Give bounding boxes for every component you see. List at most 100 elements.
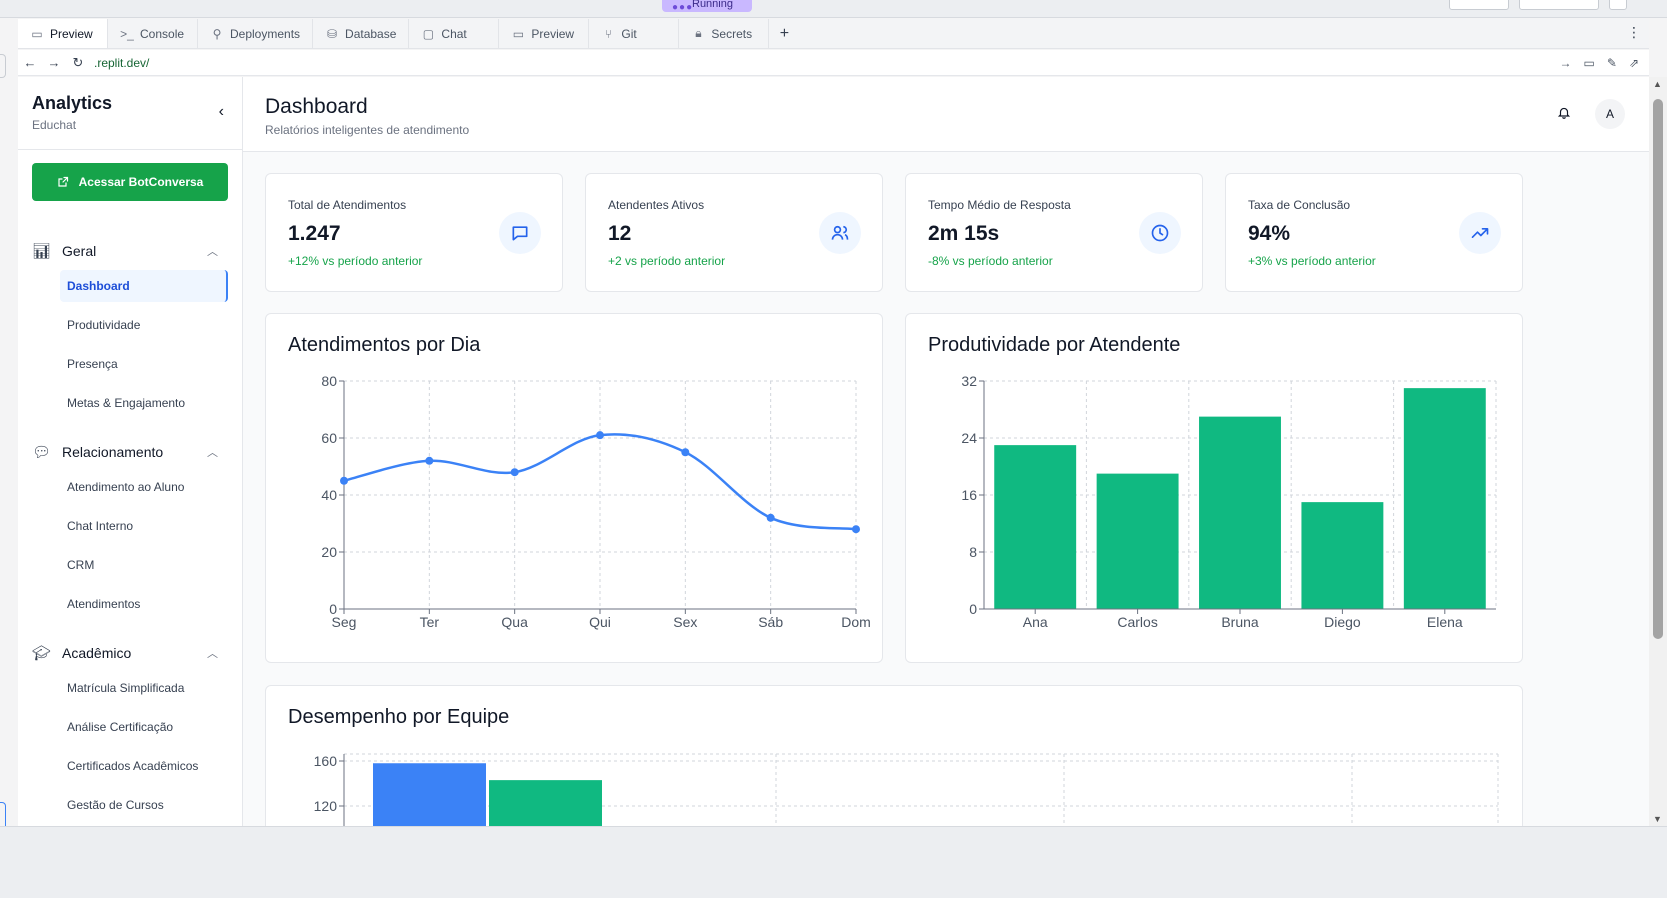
tab-preview[interactable]: ▭ Preview [18, 19, 108, 48]
x-tick-label: Diego [1324, 614, 1361, 630]
chart-card-daily: Atendimentos por Dia 0 20 40 60 80 Seg Ter Qua Q… [265, 313, 883, 663]
sidebar-section-label: Relacionamento [62, 444, 164, 460]
sidebar-item-crm[interactable]: CRM [60, 549, 228, 581]
x-tick-label: Qua [501, 614, 528, 630]
message-icon [499, 212, 541, 254]
users-icon [819, 212, 861, 254]
app-window: Analytics Educhat ‹ Acessar BotConversa … [18, 77, 1649, 826]
redeploy-button[interactable] [1519, 0, 1599, 10]
collapse-sidebar-icon[interactable]: ‹ [219, 103, 224, 121]
devtools-icon[interactable]: ✎ [1607, 56, 1617, 70]
forward-arrow-icon[interactable]: → [42, 55, 66, 70]
kpi-card: Taxa de Conclusão 94% +3% vs período anter… [1225, 173, 1523, 292]
kpi-card: Atendentes Ativos 12 +2 vs período anterio… [585, 173, 883, 292]
sidebar-section-acadêmico[interactable]: 🎓︎ Acadêmico ︿ [32, 639, 228, 667]
data-point[interactable] [766, 513, 775, 522]
tab-deployments[interactable]: ⚲ Deployments [198, 19, 314, 48]
tab-label: Secrets [711, 26, 753, 41]
bar[interactable] [1096, 473, 1179, 609]
tab-preview-2[interactable]: ▭ Preview [499, 19, 590, 48]
y-tick-label: 40 [321, 487, 337, 503]
kpi-delta: -8% vs período anterior [928, 254, 1053, 268]
tab-chat[interactable]: ▢ Chat [409, 19, 500, 48]
sidebar-item-produtividade[interactable]: Produtividade [60, 309, 228, 341]
terminal-icon: >_ [120, 26, 134, 41]
bar[interactable] [1301, 502, 1384, 609]
invite-button[interactable] [1449, 0, 1509, 10]
sidebar-item-certificados-acad-micos[interactable]: Certificados Acadêmicos [60, 750, 228, 782]
sidebar-item-an-lise-certifica-o[interactable]: Análise Certificação [60, 711, 228, 743]
tab-git[interactable]: ⑂ Git [589, 19, 680, 48]
tab-database[interactable]: ⛁ Database [313, 19, 410, 48]
kpi-card: Tempo Médio de Resposta 2m 15s -8% vs perí… [905, 173, 1203, 292]
kpi-delta: +3% vs período anterior [1248, 254, 1376, 268]
url-bar: ← → ↻ .replit.dev/ → ▭ ✎ ⇗ [18, 50, 1649, 76]
data-point[interactable] [681, 448, 690, 457]
kpi-delta: +12% vs período anterior [288, 254, 423, 268]
bar[interactable] [1199, 416, 1281, 609]
data-point[interactable] [510, 468, 519, 477]
scroll-thumb[interactable] [1653, 99, 1663, 639]
bar[interactable] [489, 780, 602, 826]
bottom-strip [0, 826, 1667, 898]
sidebar-item-atendimento-ao-aluno[interactable]: Atendimento ao Aluno [60, 471, 228, 503]
tab-secrets[interactable]: 🔒︎ Secrets [679, 19, 770, 48]
data-point[interactable] [425, 456, 434, 465]
tab-console[interactable]: >_ Console [108, 19, 198, 48]
sidebar-section-relacionamento[interactable]: 💬︎ Relacionamento ︿ [32, 438, 228, 466]
bar[interactable] [1403, 388, 1486, 609]
y-tick-label: 0 [969, 601, 977, 617]
top-right-controls [1449, 0, 1627, 12]
kpi-label: Taxa de Conclusão [1248, 198, 1351, 212]
chevron-up-icon: ︿ [207, 447, 218, 459]
left-gutter [0, 50, 18, 898]
scroll-up-icon[interactable]: ▲ [1653, 79, 1662, 89]
botconversa-button[interactable]: Acessar BotConversa [32, 163, 228, 201]
data-point[interactable] [340, 476, 348, 485]
tab-label: Deployments [230, 26, 301, 41]
sidebar-item-chat-interno[interactable]: Chat Interno [60, 510, 228, 542]
workspace-tabbar: ▭ Preview >_ Console ⚲ Deployments ⛁ Database ▢ C… [18, 19, 1649, 49]
x-tick-label: Ter [420, 614, 440, 630]
go-arrow-icon[interactable]: → [1560, 56, 1572, 70]
bar[interactable] [994, 445, 1077, 609]
bar-chart-icon: 📊︎ [32, 243, 52, 260]
message-square-icon: 💬︎ [32, 444, 52, 461]
sidebar-item-gest-o-de-cursos[interactable]: Gestão de Cursos [60, 789, 228, 821]
line-chart-svg: 020406080Seg Ter Qua Qui Sex Sáb Dom [321, 373, 870, 630]
sidebar-item-metas-engajamento[interactable]: Metas & Engajamento [60, 387, 228, 419]
x-tick-label: Elena [1427, 614, 1463, 630]
bell-icon[interactable] [1557, 105, 1571, 120]
x-tick-label: Sáb [758, 614, 783, 630]
sidebar-item-presen-a[interactable]: Presença [60, 348, 228, 380]
more-options-icon[interactable]: ⋮ [1627, 24, 1641, 41]
gutter-handle[interactable] [0, 54, 6, 78]
x-tick-label: Qui [589, 614, 611, 630]
window-button[interactable] [1609, 0, 1627, 10]
y-tick-label: 60 [321, 430, 337, 446]
sidebar-item-dashboard[interactable]: Dashboard [60, 270, 228, 302]
data-point[interactable] [596, 431, 604, 440]
scroll-down-icon[interactable]: ▼ [1653, 814, 1662, 824]
reload-icon[interactable]: ↻ [66, 55, 90, 71]
sidebar-item-matr-cula-simplificada[interactable]: Matrícula Simplificada [60, 672, 228, 704]
new-tab-icon[interactable]: + [769, 19, 799, 48]
sidebar-item-atendimentos[interactable]: Atendimentos [60, 588, 228, 620]
y-tick-label: 32 [961, 373, 977, 389]
url-text[interactable]: .replit.dev/ [94, 56, 1560, 70]
sidebar-section-geral[interactable]: 📊︎ Geral ︿ [32, 237, 228, 265]
open-external-icon[interactable]: ⇗ [1629, 56, 1639, 70]
data-point[interactable] [852, 525, 860, 534]
sidebar-section-label: Acadêmico [62, 645, 132, 661]
clock-icon [1139, 212, 1181, 254]
device-icon[interactable]: ▭ [1584, 56, 1595, 70]
avatar[interactable]: A [1595, 99, 1625, 129]
git-icon: ⑂ [604, 26, 612, 41]
vertical-scrollbar[interactable]: ▲ ▼ [1649, 77, 1667, 826]
monitor-icon: ▭ [512, 26, 525, 41]
bar[interactable] [373, 763, 486, 826]
x-tick-label: Sex [673, 614, 697, 630]
back-arrow-icon[interactable]: ← [18, 55, 42, 70]
x-tick-label: Ana [1023, 614, 1048, 630]
lock-icon: 🔒︎ [695, 26, 702, 40]
